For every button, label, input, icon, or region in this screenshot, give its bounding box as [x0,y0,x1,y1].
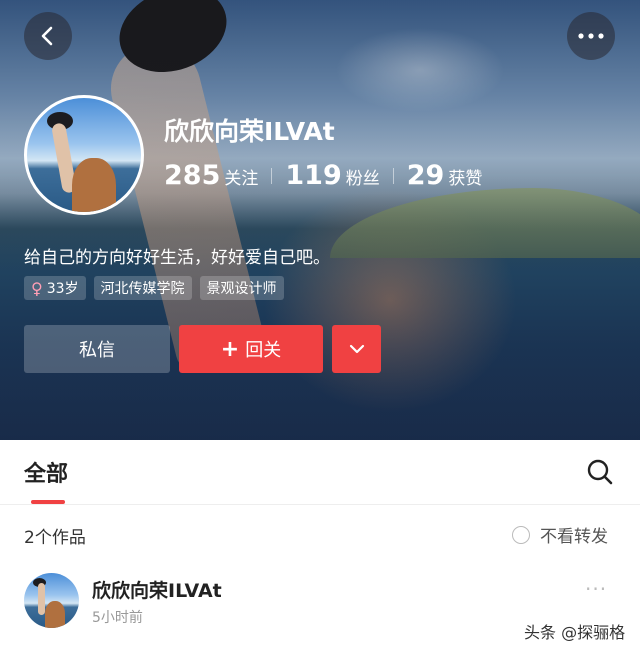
female-icon: ♀ [31,278,43,298]
profile-username: 欣欣向荣ILVAt [164,117,335,146]
chevron-left-icon [41,26,53,46]
hide-reposts-toggle[interactable]: 不看转发 [512,522,608,547]
post-author-name: 欣欣向荣ILVAt [92,580,222,602]
tab-all[interactable]: 全部 [24,456,68,488]
profile-stats: 285 关注 119 粉丝 29 获赞 [164,160,482,191]
message-button[interactable]: 私信 [24,325,170,373]
likes-label: 获赞 [448,169,483,189]
avatar-hair [72,158,116,212]
stat-divider [392,167,394,184]
profile-header: 欣欣向荣ILVAt 285 关注 119 粉丝 29 获赞 给自己的方向好好生活… [0,0,640,440]
post-timestamp: 5小时前 [92,610,143,626]
following-label: 关注 [224,169,259,189]
age-tag: ♀ 33岁 [24,276,86,300]
avatar-arm [38,583,45,615]
follow-back-label: 回关 [245,340,282,361]
chevron-down-icon [349,344,364,354]
search-icon [587,459,613,485]
following-count: 285 [164,160,221,191]
active-tab-indicator [31,500,65,504]
background-photo-shade [0,0,640,440]
radio-unchecked-icon [512,525,530,544]
profile-avatar[interactable] [24,95,144,215]
hide-reposts-label: 不看转发 [540,527,608,547]
works-count: 2个作品 [24,528,86,548]
likes-stat[interactable]: 29 获赞 [407,160,483,191]
age-text: 33岁 [46,281,79,297]
avatar-hair [45,601,65,628]
post-more-button[interactable]: ··· [585,577,607,601]
followers-stat[interactable]: 119 粉丝 [285,160,379,191]
post-author-avatar[interactable] [24,573,79,628]
search-button[interactable] [586,458,614,486]
content-tab-bar: 全部 [0,440,640,505]
plus-icon: + [220,336,240,362]
works-summary-bar: 2个作品 不看转发 [0,505,640,563]
followers-label: 粉丝 [345,169,380,189]
more-options-button[interactable] [567,12,615,60]
recommend-dropdown-button[interactable] [332,325,381,373]
likes-count: 29 [406,160,445,191]
back-button[interactable] [24,12,72,60]
following-stat[interactable]: 285 关注 [164,160,258,191]
profile-bio: 给自己的方向好好生活，好好爱自己吧。 [24,248,330,268]
occupation-tag: 景观设计师 [199,276,284,300]
school-tag: 河北传媒学院 [93,276,192,300]
stat-divider [271,167,273,184]
watermark: 头条 @探骊格 [524,623,626,642]
more-horizontal-icon [578,33,604,39]
follow-back-button[interactable]: + 回关 [179,325,323,373]
profile-tags: ♀ 33岁 河北传媒学院 景观设计师 [24,276,284,300]
followers-count: 119 [285,160,342,191]
